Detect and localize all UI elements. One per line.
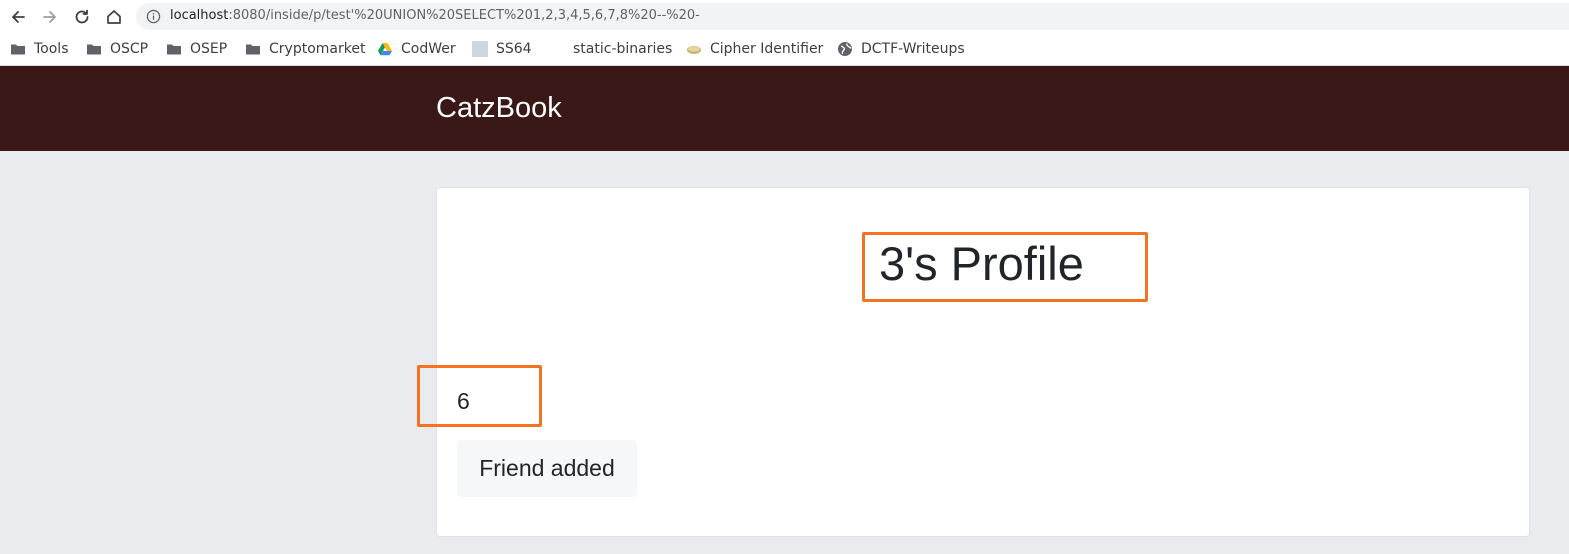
folder-icon	[167, 44, 181, 55]
back-button[interactable]	[7, 6, 29, 28]
bookmark-label: OSEP	[190, 41, 228, 57]
reload-icon	[75, 9, 89, 24]
url-text[interactable]: localhost:8080/inside/p/test'%20UNION%20…	[170, 8, 700, 23]
bookmark-label: OSCP	[110, 41, 149, 57]
url-host: localhost	[170, 8, 229, 23]
friend-status-badge: Friend added	[457, 440, 637, 497]
bookmark-cryptomarket[interactable]: Cryptomarket	[245, 39, 365, 59]
bookmarks-bar: Tools OSCP OSEP Cryptomarket CodWer SS64…	[0, 33, 1569, 66]
brand-logo[interactable]: CatzBook	[436, 92, 562, 125]
home-button[interactable]	[103, 6, 125, 28]
folder-icon	[11, 44, 25, 55]
globe-icon	[838, 42, 852, 56]
title-highlight-box	[862, 232, 1148, 302]
forward-arrow-icon	[43, 11, 56, 23]
bookmark-dctf-writeups[interactable]: DCTF-Writeups	[837, 39, 965, 59]
blank-favicon-icon	[549, 41, 565, 57]
bookmark-label: static-binaries	[573, 41, 673, 57]
url-path: :8080/inside/p/test'%20UNION%20SELECT%20…	[228, 8, 700, 23]
site-header: CatzBook	[0, 66, 1569, 151]
bookmark-osep[interactable]: OSEP	[166, 39, 227, 59]
cipher-favicon-icon	[687, 46, 701, 54]
back-arrow-icon	[12, 11, 25, 23]
bookmark-ss64[interactable]: SS64	[472, 39, 532, 59]
folder-icon	[246, 44, 260, 55]
bookmark-label: Tools	[34, 41, 69, 57]
bookmark-label: Cipher Identifier	[710, 41, 824, 57]
bookmark-label: SS64	[496, 41, 532, 57]
home-icon	[107, 10, 121, 24]
browser-toolbar: localhost:8080/inside/p/test'%20UNION%20…	[0, 0, 1569, 33]
forward-button[interactable]	[39, 6, 61, 28]
bookmark-tools[interactable]: Tools	[10, 39, 69, 59]
bookmark-label: Cryptomarket	[269, 41, 366, 57]
reload-button[interactable]	[71, 6, 93, 28]
value-highlight-box	[417, 365, 542, 427]
bookmark-label: DCTF-Writeups	[861, 41, 965, 57]
google-drive-icon	[378, 43, 392, 56]
bookmark-oscp[interactable]: OSCP	[86, 39, 148, 59]
bookmark-codwer[interactable]: CodWer	[377, 39, 456, 59]
bookmark-label: CodWer	[401, 41, 456, 57]
site-favicon-icon	[472, 41, 488, 57]
bookmark-cipher-identifier[interactable]: Cipher Identifier	[686, 39, 823, 59]
info-icon[interactable]	[146, 9, 161, 24]
address-bar[interactable]: localhost:8080/inside/p/test'%20UNION%20…	[136, 3, 1569, 30]
bookmark-static-binaries[interactable]: static-binaries	[549, 39, 672, 59]
folder-icon	[87, 44, 101, 55]
